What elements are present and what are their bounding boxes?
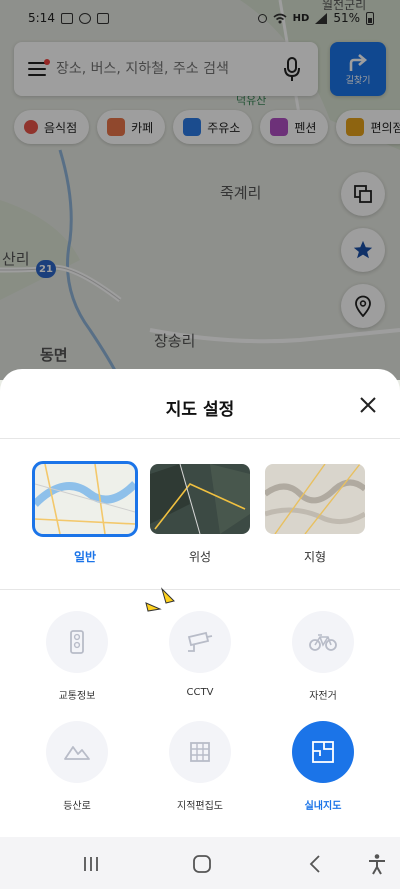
option-circle	[169, 721, 231, 783]
map-type-label: 위성	[188, 550, 212, 564]
sheet-title: 지도 설정	[165, 400, 235, 420]
map-type-terrain[interactable]: 지형	[265, 464, 365, 565]
close-button[interactable]	[356, 393, 380, 417]
option-traffic[interactable]: 교통정보	[27, 611, 127, 702]
recent-apps-icon	[84, 857, 98, 871]
option-label: 실내지도	[304, 801, 342, 812]
divider	[0, 438, 400, 439]
traffic-light-icon	[70, 630, 84, 654]
map-type-thumbnail	[265, 464, 365, 534]
system-navigation-bar	[0, 837, 400, 889]
option-label: 지적편집도	[177, 801, 223, 812]
option-circle	[292, 721, 354, 783]
option-cadastral-map[interactable]: 지적편집도	[150, 721, 250, 812]
map-type-thumbnail	[32, 461, 138, 537]
option-circle	[46, 721, 108, 783]
option-label: 자전거	[309, 691, 337, 702]
option-label: 등산로	[63, 801, 91, 812]
map-type-satellite[interactable]: 위성	[150, 464, 250, 565]
option-circle	[46, 611, 108, 673]
close-icon	[360, 397, 376, 413]
map-type-normal[interactable]: 일반	[32, 461, 138, 565]
option-circle	[169, 611, 231, 673]
map-type-label: 일반	[73, 550, 97, 564]
mountain-icon	[64, 746, 90, 760]
option-circle	[292, 611, 354, 673]
option-hiking-trail[interactable]: 등산로	[27, 721, 127, 812]
back-button[interactable]	[300, 849, 330, 879]
map-settings-sheet: 지도 설정 일반 위성 지형 교통정보 CCTV 자전거 등산로 지적편집도 실…	[0, 369, 400, 837]
floorplan-icon	[312, 741, 334, 763]
map-type-label: 지형	[303, 550, 327, 564]
home-icon	[193, 855, 211, 873]
cctv-icon	[187, 631, 213, 652]
grid-icon	[190, 742, 210, 762]
accessibility-icon	[369, 854, 385, 875]
option-label: 교통정보	[58, 691, 96, 702]
option-bicycle[interactable]: 자전거	[273, 611, 373, 702]
divider	[0, 589, 400, 590]
back-icon	[309, 855, 320, 873]
bicycle-icon	[309, 634, 337, 651]
dim-overlay[interactable]	[0, 0, 400, 380]
option-label: CCTV	[186, 687, 214, 698]
accessibility-button[interactable]	[362, 849, 392, 879]
option-cctv[interactable]: CCTV	[150, 611, 250, 698]
highlight-marks	[145, 587, 175, 612]
recent-apps-button[interactable]	[76, 849, 106, 879]
option-indoor-map[interactable]: 실내지도	[273, 721, 373, 812]
map-type-thumbnail	[150, 464, 250, 534]
home-button[interactable]	[187, 849, 217, 879]
